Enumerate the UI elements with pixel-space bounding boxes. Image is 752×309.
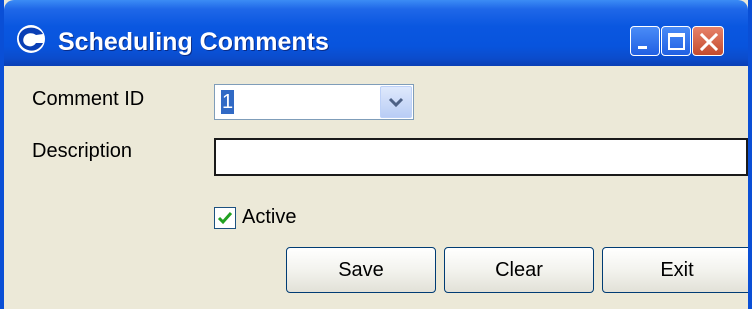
- maximize-button[interactable]: [661, 26, 691, 56]
- save-button[interactable]: Save: [286, 247, 436, 293]
- checkmark-icon: [217, 212, 233, 225]
- active-checkbox[interactable]: [214, 207, 236, 229]
- comment-id-value: 1: [221, 90, 235, 114]
- close-button[interactable]: [692, 26, 724, 56]
- close-icon: [699, 32, 719, 52]
- active-label: Active: [242, 206, 297, 228]
- minimize-button[interactable]: [630, 26, 660, 56]
- title-bar[interactable]: Scheduling Comments: [4, 0, 748, 66]
- dropdown-button[interactable]: [380, 86, 412, 118]
- chevron-down-icon: [388, 97, 404, 108]
- app-logo-icon: [17, 25, 45, 53]
- description-label: Description: [32, 140, 133, 162]
- window-title: Scheduling Comments: [58, 28, 329, 56]
- maximize-icon: [668, 33, 685, 50]
- comment-id-dropdown[interactable]: 1: [214, 84, 414, 120]
- exit-button[interactable]: Exit: [602, 247, 748, 293]
- scheduling-comments-window: Scheduling Comments Comment ID 1 Descrip…: [0, 0, 752, 309]
- clear-button[interactable]: Clear: [444, 247, 594, 293]
- description-field[interactable]: [214, 138, 748, 176]
- minimize-icon: [638, 46, 647, 49]
- comment-id-label: Comment ID: [32, 88, 145, 110]
